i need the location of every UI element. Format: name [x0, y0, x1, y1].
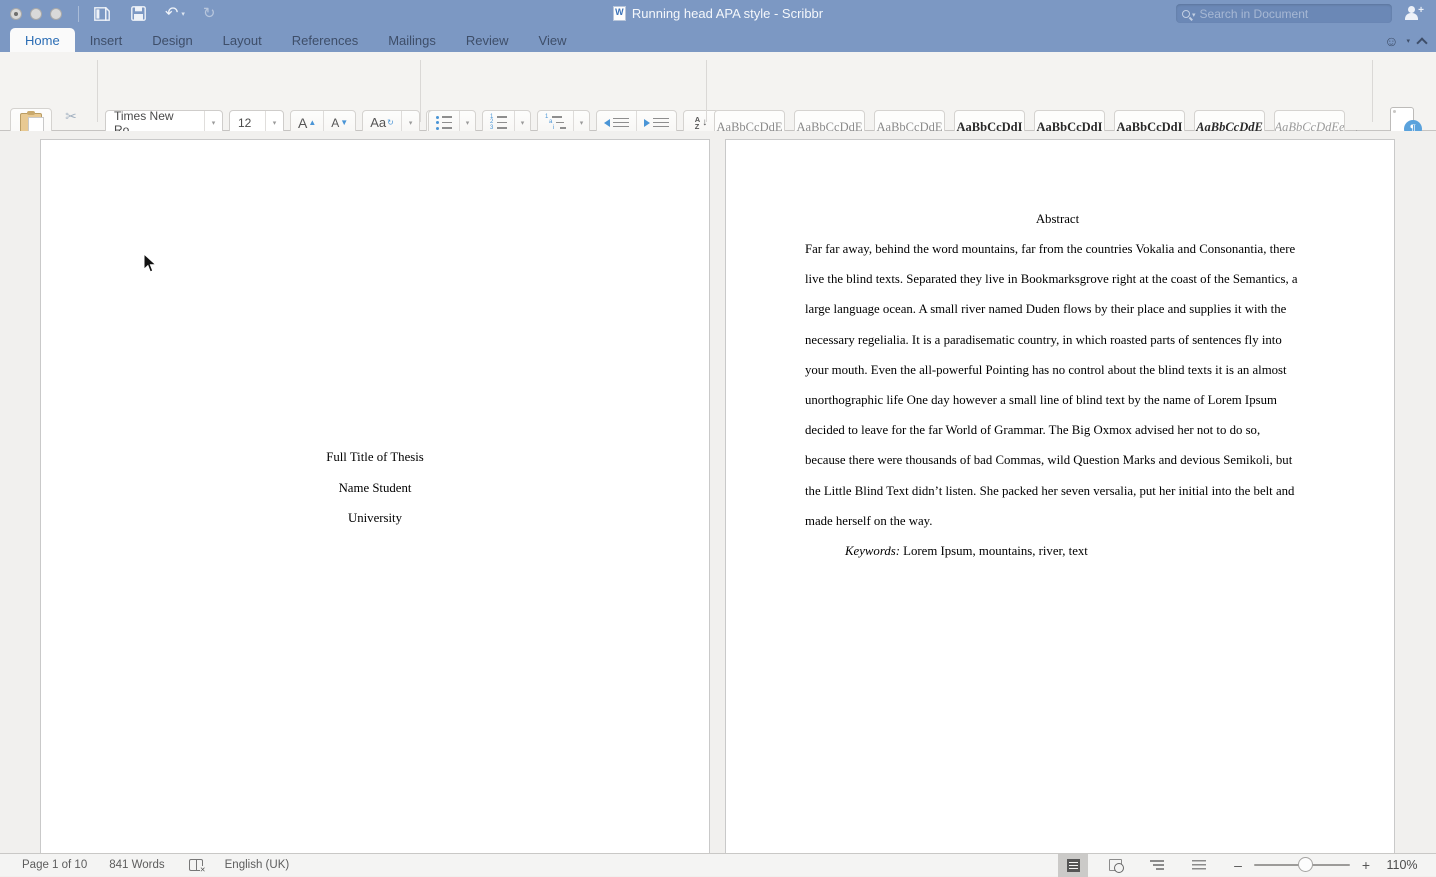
redo-icon[interactable]: ↻ [203, 6, 216, 21]
feedback-caret[interactable]: ▾ [1406, 37, 1410, 45]
tab-insert[interactable]: Insert [75, 28, 138, 52]
outline-view-button[interactable] [1142, 854, 1172, 877]
search-scope-caret[interactable]: ▾ [1192, 11, 1196, 19]
minimize-window-button[interactable] [30, 8, 42, 20]
tab-view[interactable]: View [524, 28, 582, 52]
search-placeholder: Search in Document [1200, 7, 1309, 21]
title-line: University [41, 503, 709, 534]
zoom-slider-thumb[interactable] [1298, 857, 1313, 872]
document-canvas[interactable]: Full Title of ThesisName StudentUniversi… [0, 131, 1436, 853]
tab-mailings[interactable]: Mailings [373, 28, 451, 52]
abstract-line: made herself on the way. [805, 506, 1310, 536]
page-1-title-page[interactable]: Full Title of ThesisName StudentUniversi… [40, 139, 710, 853]
title-page-text[interactable]: Full Title of ThesisName StudentUniversi… [41, 140, 709, 534]
zoom-window-button[interactable] [50, 8, 62, 20]
group-separator [420, 60, 421, 122]
person-body [1405, 13, 1418, 20]
outline-icon [1150, 860, 1164, 870]
ribbon-tabbar: Home Insert Design Layout References Mai… [0, 27, 581, 52]
close-window-button[interactable] [10, 8, 22, 20]
search-input[interactable]: ▾ Search in Document [1176, 4, 1392, 23]
group-separator [706, 60, 707, 122]
undo-button[interactable]: ↶ ▾ [165, 6, 185, 22]
draft-view-button[interactable] [1184, 854, 1214, 877]
tab-review[interactable]: Review [451, 28, 524, 52]
word-count[interactable]: 841 Words [109, 859, 164, 871]
abstract-body[interactable]: Far far away, behind the word mountains,… [805, 234, 1310, 536]
titlebar-separator [78, 6, 79, 22]
share-add-person-icon[interactable]: + [1404, 5, 1424, 21]
zoom-slider[interactable] [1254, 864, 1350, 866]
abstract-heading[interactable]: Abstract [805, 204, 1310, 234]
font-size-value: 12 [230, 116, 265, 130]
zoom-level[interactable]: 110% [1376, 858, 1428, 872]
unsaved-dot [14, 12, 18, 16]
page-indicator[interactable]: Page 1 of 10 [22, 859, 87, 871]
keywords-text: Lorem Ipsum, mountains, river, text [900, 544, 1088, 558]
word-document-icon [613, 6, 626, 21]
web-layout-icon [1109, 859, 1122, 871]
tab-references[interactable]: References [277, 28, 373, 52]
cut-icon[interactable]: ✂ [65, 108, 77, 125]
abstract-line: necessary regelialia. It is a paradisema… [805, 325, 1310, 355]
keywords-label: Keywords: [845, 544, 900, 558]
draft-icon [1192, 860, 1206, 870]
abstract-line: your mouth. Even the all-powerful Pointi… [805, 355, 1310, 385]
undo-icon: ↶ [165, 6, 178, 22]
tab-design[interactable]: Design [137, 28, 207, 52]
outdent-icon [604, 119, 610, 127]
abstract-line: because there were thousands of bad Comm… [805, 445, 1310, 475]
save-icon[interactable] [129, 6, 147, 22]
sidebar-toggle-icon[interactable] [93, 6, 111, 22]
feedback-smiley-icon[interactable]: ☺ [1384, 34, 1398, 48]
zoom-in-button[interactable]: + [1356, 857, 1376, 873]
abstract-line: the Little Blind Text didn’t listen. She… [805, 476, 1310, 506]
search-icon [1182, 10, 1190, 18]
abstract-line: live the blind texts. Separated they liv… [805, 264, 1310, 294]
abstract-line: Far far away, behind the word mountains,… [805, 234, 1310, 264]
keywords-line[interactable]: Keywords: Lorem Ipsum, mountains, river,… [805, 536, 1310, 566]
window-title: Running head APA style - Scribbr [632, 6, 823, 21]
group-separator [97, 60, 98, 122]
print-layout-icon [1067, 859, 1080, 872]
language-indicator[interactable]: English (UK) [225, 859, 290, 871]
person-head [1408, 6, 1415, 13]
status-bar: Page 1 of 10 841 Words English (UK) – + … [0, 853, 1436, 876]
abstract-line: unorthographic life One day however a sm… [805, 385, 1310, 415]
abstract-line: decided to leave for the far World of Gr… [805, 415, 1310, 445]
person-plus: + [1418, 5, 1424, 16]
tab-layout[interactable]: Layout [208, 28, 277, 52]
undo-dropdown-caret[interactable]: ▾ [181, 10, 185, 18]
ribbon: Paste ▾ ✂ Times New Ro... ▾ 12 ▾ A▲ A▼ A… [0, 52, 1436, 131]
spellcheck-icon[interactable] [189, 859, 203, 871]
page-2-abstract-page[interactable]: Abstract Far far away, behind the word m… [725, 139, 1395, 853]
title-line: Full Title of Thesis [41, 442, 709, 473]
tab-home[interactable]: Home [10, 28, 75, 52]
window-header: ↶ ▾ ↻ Running head APA style - Scribbr ▾… [0, 0, 1436, 52]
window-controls [10, 8, 62, 20]
print-layout-view-button[interactable] [1058, 854, 1088, 877]
collapse-ribbon-icon[interactable] [1416, 37, 1427, 48]
group-separator [1372, 60, 1373, 122]
web-layout-view-button[interactable] [1100, 854, 1130, 877]
zoom-out-button[interactable]: – [1228, 857, 1248, 873]
abstract-line: large language ocean. A small river name… [805, 294, 1310, 324]
titlebar: ↶ ▾ ↻ Running head APA style - Scribbr ▾… [0, 0, 1436, 27]
title-line: Name Student [41, 473, 709, 504]
indent-icon [644, 119, 650, 127]
